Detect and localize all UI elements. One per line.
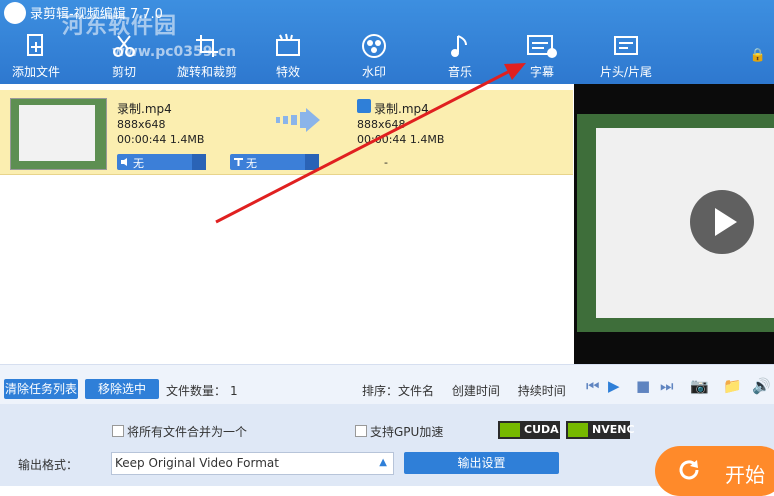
- file-count-value: 1: [230, 384, 238, 398]
- cuda-label: CUDA: [524, 423, 559, 436]
- play-icon[interactable]: ▶: [608, 377, 620, 395]
- remove-selected-button[interactable]: 移除选中: [85, 379, 159, 399]
- sort-options: 排序：文件名 创建时间 持续时间: [362, 382, 566, 399]
- sort-label: 排序：: [362, 384, 399, 398]
- start-label: 开始: [725, 463, 765, 487]
- cuda-badge: CUDA: [498, 421, 560, 439]
- gpu-label: 支持GPU加速: [370, 425, 444, 439]
- sort-by-created[interactable]: 创建时间: [452, 384, 500, 398]
- sort-by-name[interactable]: 文件名: [398, 384, 434, 398]
- chevron-up-icon: ▲: [379, 457, 387, 468]
- stop-icon[interactable]: ■: [636, 377, 650, 395]
- file-count-label: 文件数量： 1: [166, 382, 238, 399]
- output-settings-button[interactable]: 输出设置: [404, 452, 559, 474]
- gpu-checkbox[interactable]: [355, 425, 367, 437]
- merge-label: 将所有文件合并为一个: [127, 425, 248, 439]
- previous-icon[interactable]: ⏮: [586, 377, 600, 395]
- next-icon[interactable]: ⏭: [660, 377, 674, 395]
- file-count-text: 文件数量：: [166, 384, 227, 398]
- folder-icon[interactable]: 📁: [723, 377, 742, 395]
- merge-checkbox[interactable]: [112, 425, 124, 437]
- nvidia-icon: [568, 423, 588, 437]
- output-format-select[interactable]: Keep Original Video Format ▲: [111, 452, 394, 475]
- snapshot-icon[interactable]: 📷: [690, 377, 709, 395]
- refresh-icon: [679, 460, 699, 480]
- output-format-value: Keep Original Video Format: [115, 456, 279, 470]
- output-format-label: 输出格式：: [18, 458, 79, 472]
- nvidia-icon: [500, 423, 520, 437]
- sort-by-duration[interactable]: 持续时间: [518, 384, 566, 398]
- start-button[interactable]: 开始: [655, 446, 774, 496]
- volume-icon[interactable]: 🔊: [752, 377, 771, 395]
- nvenc-badge: NVENC: [566, 421, 635, 439]
- nvenc-label: NVENC: [592, 423, 635, 436]
- clear-tasks-button[interactable]: 清除任务列表: [4, 379, 78, 399]
